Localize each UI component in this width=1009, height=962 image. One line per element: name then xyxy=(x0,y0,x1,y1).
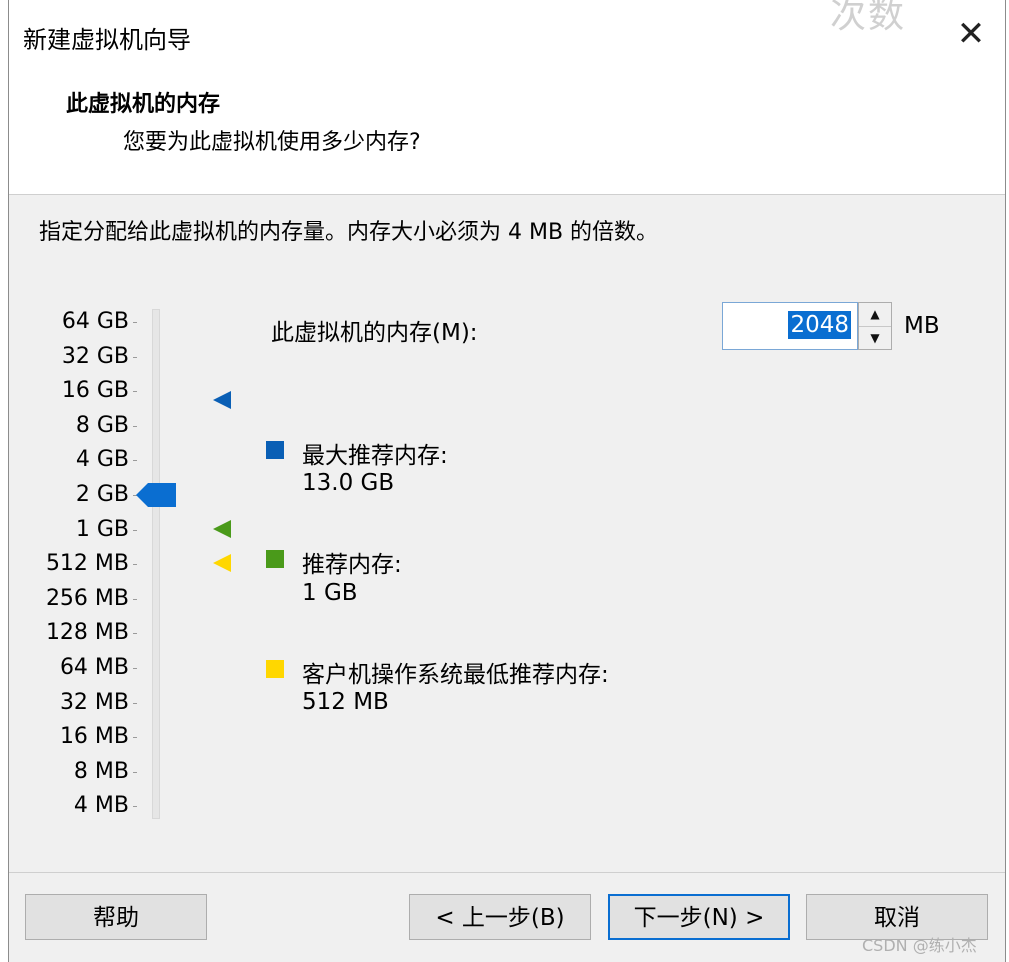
guest-min-recommended-label: 客户机操作系统最低推荐内存: xyxy=(302,662,609,688)
page-title: 此虚拟机的内存 xyxy=(66,92,221,117)
memory-unit: MB xyxy=(904,313,940,339)
scale-tick xyxy=(133,806,137,807)
memory-field-label: 此虚拟机的内存(M): xyxy=(271,320,478,346)
recommended-label: 推荐内存: xyxy=(302,552,402,578)
memory-slider-track[interactable] xyxy=(152,309,160,819)
scale-label: 64 MB xyxy=(59,655,129,680)
scale-label: 64 GB xyxy=(61,309,129,334)
max-recommended-value: 13.0 GB xyxy=(302,470,395,496)
recommended-marker-icon xyxy=(213,520,231,538)
scale-tick xyxy=(133,530,137,531)
guest-min-recommended-marker-icon xyxy=(213,554,231,572)
window-title: 新建虚拟机向导 xyxy=(23,26,191,54)
scale-tick xyxy=(133,772,137,773)
recommended-legend-icon xyxy=(266,550,284,568)
close-icon: ✕ xyxy=(956,14,986,54)
scale-tick xyxy=(133,426,137,427)
memory-input-value: 2048 xyxy=(788,311,851,339)
scale-tick xyxy=(133,564,137,565)
memory-spinner: ▲ ▼ xyxy=(858,302,892,350)
corner-watermark: 次数 xyxy=(830,0,907,36)
memory-input[interactable]: 2048 xyxy=(722,302,858,350)
arrow-up-icon: ▲ xyxy=(870,307,880,321)
spin-down-button[interactable]: ▼ xyxy=(859,327,891,350)
page-subtitle: 您要为此虚拟机使用多少内存? xyxy=(123,130,421,155)
footer-divider xyxy=(9,872,1005,873)
scale-label: 128 MB xyxy=(45,620,129,645)
scale-tick xyxy=(133,357,137,358)
next-button[interactable]: 下一步(N) > xyxy=(608,894,790,940)
scale-label: 16 MB xyxy=(59,724,129,749)
scale-tick xyxy=(133,737,137,738)
scale-label: 512 MB xyxy=(45,551,129,576)
scale-tick xyxy=(133,599,137,600)
scale-label: 8 MB xyxy=(73,759,129,784)
help-button[interactable]: 帮助 xyxy=(25,894,207,940)
scale-label: 32 MB xyxy=(59,690,129,715)
memory-slider-thumb[interactable] xyxy=(136,483,176,507)
scale-tick xyxy=(133,460,137,461)
csdn-watermark: CSDN @练小杰 xyxy=(862,936,977,955)
scale-label: 2 GB xyxy=(75,482,129,507)
scale-tick xyxy=(133,322,137,323)
max-recommended-marker-icon xyxy=(213,391,231,409)
guest-min-recommended-legend-icon xyxy=(266,660,284,678)
close-button[interactable]: ✕ xyxy=(949,12,993,56)
max-recommended-label: 最大推荐内存: xyxy=(302,443,448,469)
arrow-down-icon: ▼ xyxy=(870,331,880,345)
scale-label: 4 MB xyxy=(73,793,129,818)
scale-label: 1 GB xyxy=(75,517,129,542)
max-recommended-legend-icon xyxy=(266,441,284,459)
back-button[interactable]: < 上一步(B) xyxy=(409,894,591,940)
scale-tick xyxy=(133,633,137,634)
scale-tick xyxy=(133,668,137,669)
new-vm-wizard-dialog: 新建虚拟机向导 ✕ 此虚拟机的内存 您要为此虚拟机使用多少内存? 指定分配给此虚… xyxy=(8,0,1006,962)
scale-label: 16 GB xyxy=(61,378,129,403)
instruction-text: 指定分配给此虚拟机的内存量。内存大小必须为 4 MB 的倍数。 xyxy=(39,220,659,245)
scale-label: 4 GB xyxy=(75,447,129,472)
scale-tick xyxy=(133,703,137,704)
guest-min-recommended-value: 512 MB xyxy=(302,689,389,715)
scale-label: 256 MB xyxy=(45,586,129,611)
scale-label: 32 GB xyxy=(61,344,129,369)
scale-label: 8 GB xyxy=(75,413,129,438)
scale-tick xyxy=(133,391,137,392)
recommended-value: 1 GB xyxy=(302,580,358,606)
spin-up-button[interactable]: ▲ xyxy=(859,303,891,327)
